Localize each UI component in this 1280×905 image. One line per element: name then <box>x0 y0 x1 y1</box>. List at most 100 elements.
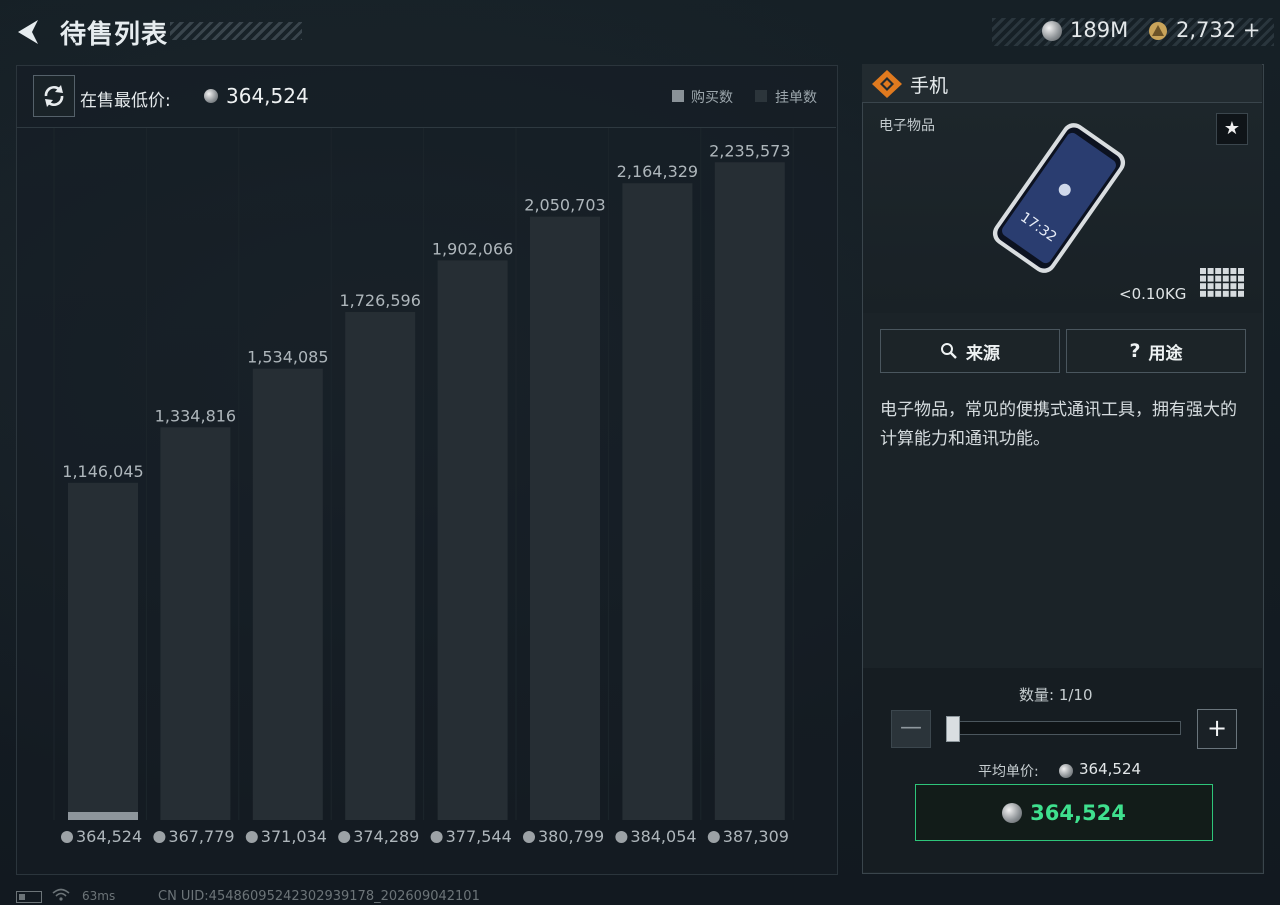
quantity-decrease-button[interactable]: — <box>891 710 931 748</box>
quantity-slider[interactable] <box>947 721 1181 735</box>
silver-currency-amount: 189M <box>1070 18 1129 42</box>
bar-data-label: 2,050,703 <box>524 196 605 215</box>
legend-list-label: 挂单数 <box>775 90 817 106</box>
grid-cell <box>1207 283 1214 290</box>
grid-cell <box>1222 268 1229 274</box>
grid-cell <box>1200 290 1206 297</box>
silver-coin-icon <box>1042 21 1062 41</box>
buy-price: 364,524 <box>1030 800 1126 825</box>
grid-cell <box>1230 275 1237 282</box>
buy-button[interactable]: 364,524 <box>915 784 1213 841</box>
item-weight: <0.10KG <box>1119 285 1187 303</box>
bar-data-label: 2,164,329 <box>617 162 698 181</box>
legend-list-swatch <box>755 90 767 102</box>
grid-cell <box>1200 268 1206 274</box>
add-currency-icon[interactable]: + <box>1243 18 1261 42</box>
silver-coin-icon <box>523 831 535 843</box>
listing-bar[interactable] <box>160 427 231 820</box>
average-price-value: 364,524 <box>1079 760 1142 778</box>
grid-cell <box>1207 268 1214 274</box>
item-description: 电子物品，常见的便携式通讯工具，拥有强大的计算能力和通讯功能。 <box>880 400 1237 449</box>
silver-coin-icon <box>615 831 628 843</box>
x-tick-label: 364,524 <box>76 827 142 846</box>
item-category-icon <box>872 70 902 98</box>
silver-coin-icon <box>245 831 258 843</box>
grid-cell <box>1200 275 1206 282</box>
x-tick-label: 387,309 <box>723 827 789 846</box>
bar-data-label: 2,235,573 <box>709 141 790 160</box>
silver-coin-icon <box>204 89 218 103</box>
listing-bar[interactable] <box>252 368 323 820</box>
bar-data-label: 1,146,045 <box>62 462 143 481</box>
silver-coin-icon <box>707 831 720 843</box>
listing-bar[interactable] <box>622 183 693 820</box>
usage-button-label: 用途 <box>1148 343 1183 364</box>
wifi-icon <box>52 888 70 901</box>
silver-coin-icon <box>153 831 166 843</box>
listing-bar[interactable] <box>714 162 785 820</box>
silver-coin-icon <box>1002 802 1023 823</box>
item-name: 手机 <box>910 75 949 97</box>
grid-cell <box>1230 268 1237 274</box>
grid-cell <box>1238 275 1244 282</box>
question-icon: ? <box>1129 340 1141 362</box>
bar-data-label: 1,334,816 <box>155 406 236 425</box>
quantity-slider-handle[interactable] <box>946 716 960 742</box>
plus-icon: + <box>1206 714 1228 742</box>
x-tick-label: 380,799 <box>538 827 604 846</box>
silver-coin-icon <box>61 831 73 843</box>
x-tick-label: 384,054 <box>630 827 696 846</box>
buy-bar <box>68 812 138 820</box>
favorite-button[interactable]: ★ <box>1216 113 1248 145</box>
page-title: 待售列表 <box>60 20 169 50</box>
grid-cell <box>1238 290 1244 297</box>
legend-buy-label: 购买数 <box>691 90 733 106</box>
grid-cell <box>1222 290 1229 297</box>
ping-indicator: 63ms <box>82 889 116 903</box>
quantity-increase-button[interactable]: + <box>1197 709 1237 749</box>
back-arrow-icon <box>18 20 38 44</box>
listing-bar[interactable] <box>345 312 416 820</box>
lowest-price-label: 在售最低价: <box>80 91 171 111</box>
listing-bar[interactable] <box>437 260 508 820</box>
usage-button[interactable]: ? 用途 <box>1066 329 1246 373</box>
user-uid: CN UID:45486095242302939178_202609042101 <box>158 889 480 904</box>
grid-cell <box>1238 268 1244 274</box>
grid-cell <box>1230 290 1237 297</box>
x-tick-label: 374,289 <box>353 827 419 846</box>
back-button[interactable] <box>12 14 48 50</box>
gold-currency-amount[interactable]: 2,732 + <box>1176 18 1260 42</box>
grid-cell <box>1222 275 1229 282</box>
minus-icon: — <box>900 715 922 740</box>
grid-cell <box>1207 275 1214 282</box>
item-category: 电子物品 <box>879 118 935 134</box>
grid-cell <box>1200 283 1206 290</box>
listing-bar[interactable] <box>530 216 600 820</box>
x-tick-label: 371,034 <box>261 827 327 846</box>
grid-cell <box>1222 283 1229 290</box>
silver-coin-icon <box>338 831 351 843</box>
bar-data-label: 1,726,596 <box>339 291 420 310</box>
price-bar-chart: 1,146,045 364,524 1,334,816 367,779 1,534,08… <box>53 128 794 846</box>
refresh-button[interactable] <box>33 75 75 117</box>
listing-bar[interactable] <box>68 482 138 820</box>
grid-cell <box>1215 268 1222 274</box>
lowest-price-value: 364,524 <box>226 84 309 108</box>
item-size-grid-icon <box>1200 268 1244 297</box>
gold-currency-value: 2,732 <box>1176 18 1237 42</box>
battery-icon <box>16 891 42 903</box>
grid-cell <box>1230 283 1237 290</box>
bar-data-label: 1,534,085 <box>247 348 328 367</box>
silver-coin-icon <box>1059 764 1073 778</box>
grid-cell <box>1207 290 1214 297</box>
source-button[interactable]: 来源 <box>880 329 1060 373</box>
legend-buy-swatch <box>672 90 684 102</box>
grid-cell <box>1215 275 1222 282</box>
x-tick-label: 377,544 <box>446 827 512 846</box>
star-icon: ★ <box>1223 118 1241 139</box>
bar-data-label: 1,902,066 <box>432 239 513 258</box>
refresh-icon <box>44 85 64 107</box>
grid-cell <box>1238 283 1244 290</box>
source-button-label: 来源 <box>966 343 1000 364</box>
quantity-label: 数量: 1/10 <box>1019 686 1093 704</box>
